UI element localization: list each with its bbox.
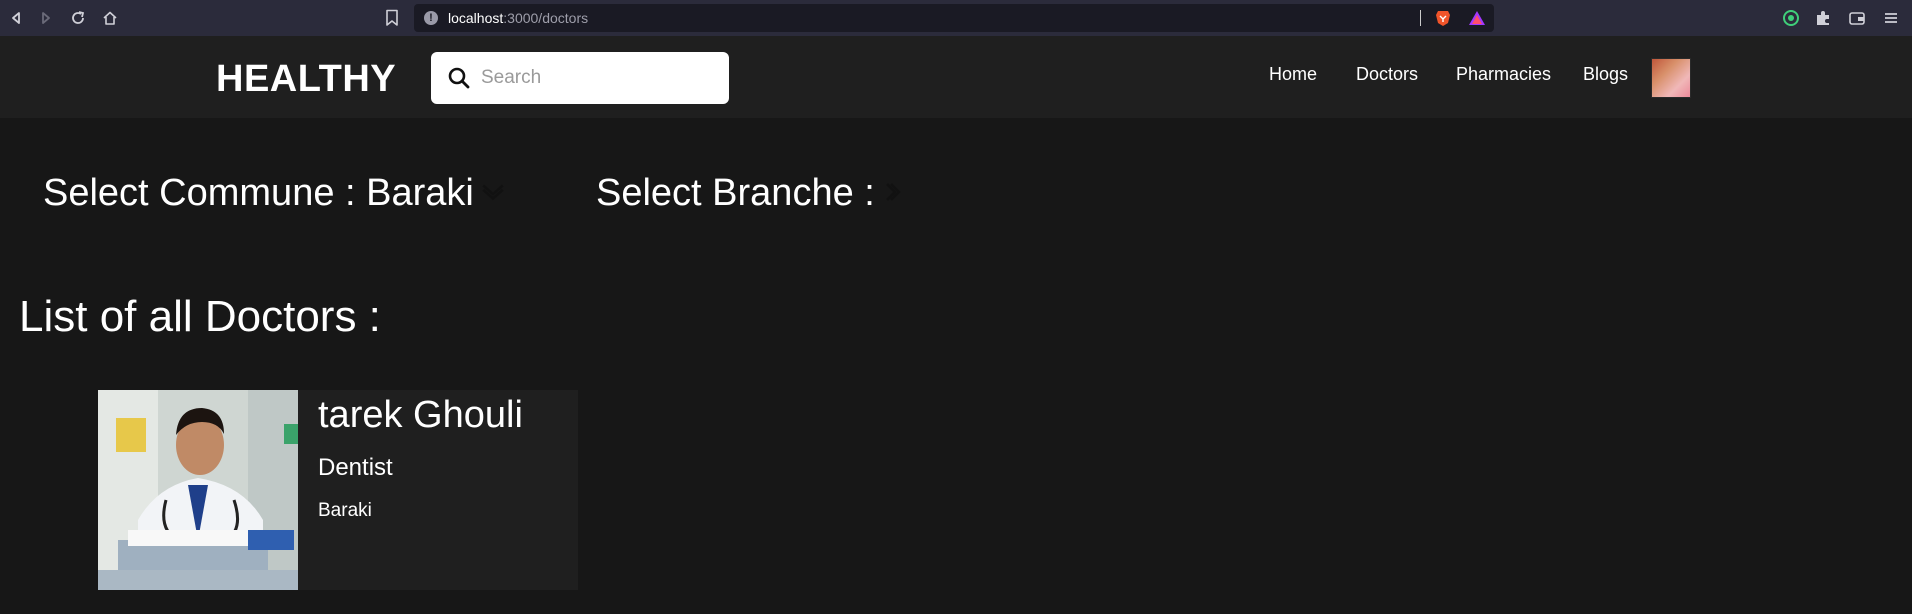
nav-home[interactable]: Home — [1269, 64, 1317, 85]
doctor-card[interactable]: tarek Ghouli Dentist Baraki — [98, 390, 578, 590]
branche-select-label: Select Branche : — [596, 172, 875, 214]
wallet-icon[interactable] — [1848, 9, 1866, 27]
doctor-commune: Baraki — [318, 500, 372, 521]
search-box[interactable] — [431, 52, 729, 104]
commune-select-label: Select Commune : Baraki — [43, 172, 474, 214]
doctor-name[interactable]: tarek Ghouli — [318, 394, 523, 437]
site-info-icon[interactable]: ! — [424, 11, 438, 25]
browser-toolbar: ! localhost:3000/doctors — [0, 0, 1912, 36]
brand-logo[interactable]: HEALTHY — [216, 58, 396, 101]
site-header: HEALTHY Home Doctors Pharmacies Blogs — [0, 36, 1912, 118]
branche-select[interactable]: Select Branche : — [596, 172, 905, 215]
url-path: :3000/doctors — [503, 10, 589, 26]
home-icon[interactable] — [100, 8, 120, 28]
nav-blogs[interactable]: Blogs — [1583, 64, 1628, 85]
address-bar-divider — [1420, 10, 1421, 26]
nav-doctors[interactable]: Doctors — [1356, 64, 1418, 85]
search-icon — [447, 66, 471, 90]
url-text[interactable]: localhost:3000/doctors — [448, 10, 588, 26]
url-host: localhost — [448, 10, 504, 26]
chevron-right-icon[interactable] — [881, 172, 905, 215]
reload-icon[interactable] — [68, 8, 88, 28]
commune-select[interactable]: Select Commune : Baraki — [43, 172, 506, 215]
address-bar[interactable]: ! localhost:3000/doctors — [414, 4, 1494, 32]
extensions-puzzle-icon[interactable] — [1814, 9, 1832, 27]
chevron-down-icon[interactable] — [480, 172, 506, 215]
doctor-specialty: Dentist — [318, 454, 393, 481]
extension-circle-icon[interactable] — [1782, 9, 1800, 27]
back-icon[interactable] — [6, 8, 26, 28]
bookmark-icon[interactable] — [384, 9, 400, 27]
menu-icon[interactable] — [1882, 9, 1900, 27]
nav-pharmacies[interactable]: Pharmacies — [1456, 64, 1551, 85]
brave-rewards-icon[interactable] — [1468, 9, 1486, 27]
forward-icon[interactable] — [36, 8, 56, 28]
avatar[interactable] — [1651, 58, 1691, 98]
doctor-photo — [98, 390, 298, 590]
search-input[interactable] — [481, 62, 711, 94]
doctors-list-title: List of all Doctors : — [19, 292, 381, 341]
brave-shields-icon[interactable] — [1434, 9, 1452, 27]
